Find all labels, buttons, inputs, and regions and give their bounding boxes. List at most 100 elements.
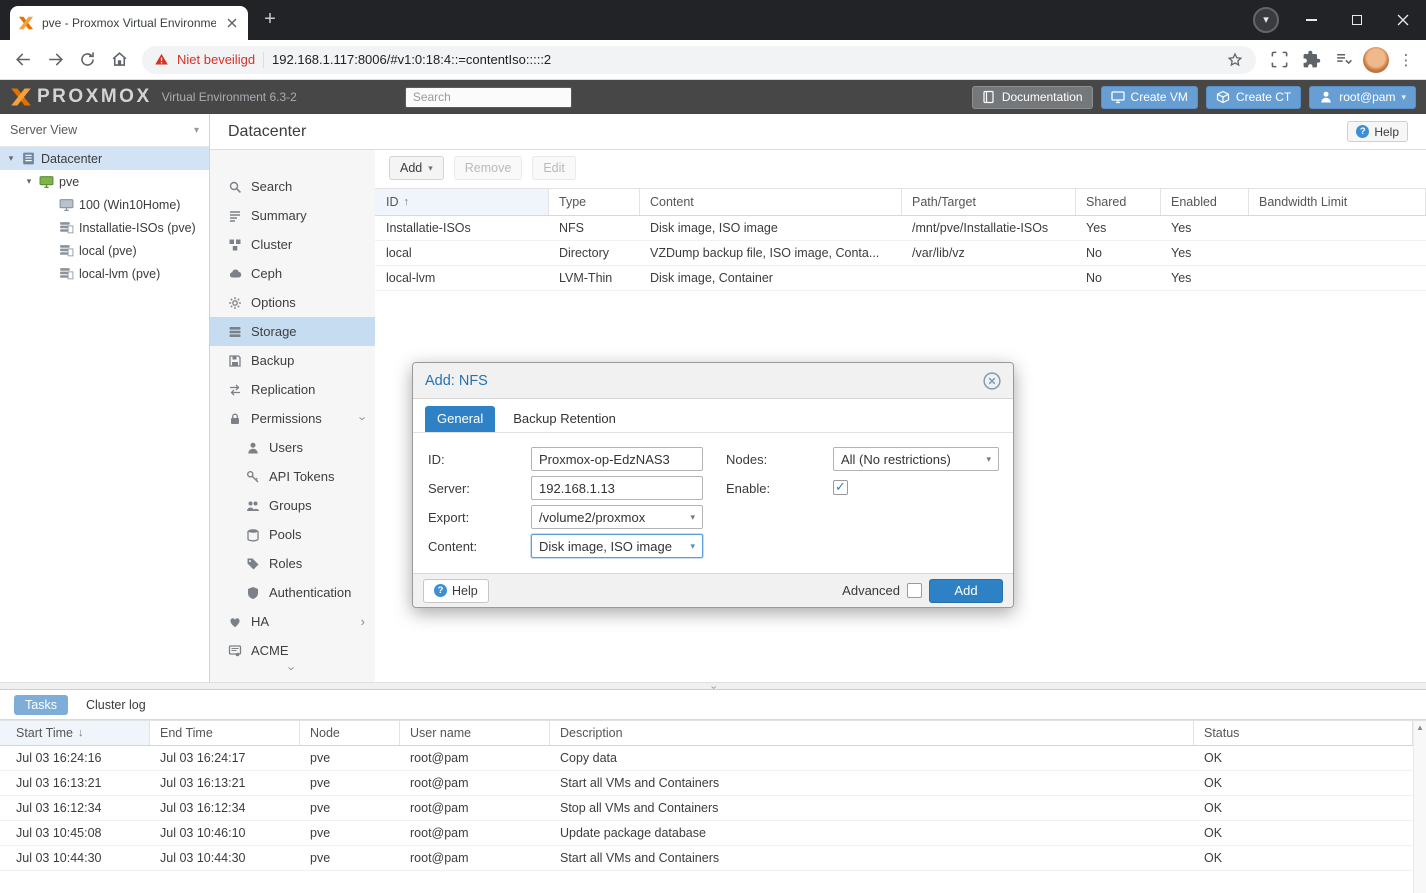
sidebar-item-label: Backup xyxy=(251,353,295,368)
sidebar-item-groups[interactable]: Groups xyxy=(210,491,375,520)
column-header-status[interactable]: Status xyxy=(1194,721,1413,745)
dialog-help-label: Help xyxy=(452,583,478,598)
tab-backup-retention[interactable]: Backup Retention xyxy=(501,406,628,432)
tree-item-local-pve[interactable]: local (pve) xyxy=(0,239,209,262)
browser-profile-avatar[interactable] xyxy=(1363,46,1389,73)
column-header-bandwidth-limit[interactable]: Bandwidth Limit xyxy=(1249,189,1426,215)
sidebar-item-search[interactable]: Search xyxy=(210,172,375,201)
home-icon[interactable] xyxy=(104,45,134,75)
security-label[interactable]: Niet beveiligd xyxy=(177,52,255,67)
server-input[interactable] xyxy=(531,476,703,500)
table-row[interactable]: local Directory VZDump backup file, ISO im… xyxy=(375,241,1426,266)
column-header-enabled[interactable]: Enabled xyxy=(1161,189,1249,215)
create-ct-button[interactable]: Create CT xyxy=(1205,85,1302,109)
sidebar-item-ha[interactable]: HA › xyxy=(210,607,375,636)
table-row[interactable]: Jul 03 16:12:34 Jul 03 16:12:34 pve root@pa… xyxy=(0,796,1426,821)
nav-scroll-more-icon[interactable]: › xyxy=(210,660,375,678)
sidebar-item-options[interactable]: Options xyxy=(210,288,375,317)
table-row[interactable]: Installatie-ISOs NFS Disk image, ISO image… xyxy=(375,216,1426,241)
sidebar-item-permissions[interactable]: Permissions › xyxy=(210,404,375,433)
bookmark-star-icon[interactable] xyxy=(1226,51,1244,69)
id-input[interactable] xyxy=(531,447,703,471)
column-header-user-name[interactable]: User name xyxy=(400,721,550,745)
sidebar-item-roles[interactable]: Roles xyxy=(210,549,375,578)
table-row[interactable]: Jul 03 10:45:08 Jul 03 10:46:10 pve root@pa… xyxy=(0,821,1426,846)
documentation-button[interactable]: Documentation xyxy=(971,85,1093,109)
url-text[interactable]: 192.168.1.117:8006/#v1:0:18:4::=contentI… xyxy=(272,52,1218,67)
browser-menu-icon[interactable]: ⋮ xyxy=(1394,51,1418,69)
table-row[interactable]: local-lvm LVM-Thin Disk image, Container No… xyxy=(375,266,1426,291)
back-icon[interactable] xyxy=(8,45,38,75)
dialog-header[interactable]: Add: NFS xyxy=(413,363,1013,399)
tasks-scrollbar[interactable]: ▲ xyxy=(1413,721,1426,893)
sidebar-item-cluster[interactable]: Cluster xyxy=(210,230,375,259)
extension-badge-icon[interactable]: ▾ xyxy=(1253,7,1279,33)
sidebar-item-backup[interactable]: Backup xyxy=(210,346,375,375)
minimize-button[interactable] xyxy=(1288,0,1334,40)
enable-checkbox[interactable] xyxy=(833,479,848,495)
panel-splitter[interactable]: › xyxy=(0,682,1426,690)
sidebar-item-storage[interactable]: Storage xyxy=(210,317,375,346)
create-vm-button[interactable]: Create VM xyxy=(1100,85,1198,109)
column-header-node[interactable]: Node xyxy=(300,721,400,745)
not-secure-warning-icon[interactable] xyxy=(154,52,169,67)
table-row[interactable]: Jul 03 16:24:16 Jul 03 16:24:17 pve root@pa… xyxy=(0,746,1426,771)
view-selector[interactable]: Server View ▾ xyxy=(0,114,209,147)
tree-item-installatie-isos-pve[interactable]: Installatie-ISOs (pve) xyxy=(0,216,209,239)
column-header-shared[interactable]: Shared xyxy=(1076,189,1161,215)
sidebar-item-replication[interactable]: Replication xyxy=(210,375,375,404)
cell-status: OK xyxy=(1204,851,1223,865)
export-label: Export: xyxy=(428,509,470,525)
cell-path-target: /var/lib/vz xyxy=(912,246,965,260)
tab-cluster-log[interactable]: Cluster log xyxy=(86,698,146,712)
tab-tasks[interactable]: Tasks xyxy=(14,694,68,715)
column-header-content[interactable]: Content xyxy=(640,189,902,215)
scroll-up-icon[interactable]: ▲ xyxy=(1414,721,1426,735)
column-header-end-time[interactable]: End Time xyxy=(150,721,300,745)
new-tab-button[interactable]: + xyxy=(260,9,280,30)
tree-item-local-lvm-pve[interactable]: local-lvm (pve) xyxy=(0,262,209,285)
sidebar-item-summary[interactable]: Summary xyxy=(210,201,375,230)
dialog-close-icon[interactable] xyxy=(983,371,1001,390)
tree-item-100-win10home[interactable]: 100 (Win10Home) xyxy=(0,193,209,216)
column-header-description[interactable]: Description xyxy=(550,721,1194,745)
sidebar-item-pools[interactable]: Pools xyxy=(210,520,375,549)
extensions-puzzle-icon[interactable] xyxy=(1296,45,1326,75)
browser-tab[interactable]: pve - Proxmox Virtual Environme xyxy=(10,6,248,40)
export-select[interactable]: /volume2/proxmox ▾ xyxy=(531,505,703,529)
reload-icon[interactable] xyxy=(72,45,102,75)
help-button[interactable]: ? Help xyxy=(1347,121,1408,142)
column-header-start-time[interactable]: Start Time ↓ xyxy=(0,721,150,745)
global-search-input[interactable] xyxy=(404,86,572,108)
advanced-checkbox[interactable] xyxy=(907,583,922,598)
user-menu-button[interactable]: root@pam ▾ xyxy=(1309,85,1416,109)
column-header-type[interactable]: Type xyxy=(549,189,640,215)
cell-content: VZDump backup file, ISO image, Conta... xyxy=(650,246,880,260)
remove-button[interactable]: Remove xyxy=(453,156,523,180)
edit-button[interactable]: Edit xyxy=(532,156,576,180)
column-header-id[interactable]: ID ↑ xyxy=(375,189,549,215)
tab-general[interactable]: General xyxy=(425,406,496,432)
content-select[interactable]: Disk image, ISO image ▾ xyxy=(531,534,703,558)
tree-item-datacenter[interactable]: ▾ Datacenter xyxy=(0,147,209,170)
column-header-path-target[interactable]: Path/Target xyxy=(902,189,1076,215)
address-bar[interactable]: Niet beveiligd 192.168.1.117:8006/#v1:0:… xyxy=(142,45,1256,74)
table-row[interactable]: Jul 03 10:44:30 Jul 03 10:44:30 pve root@pa… xyxy=(0,846,1426,871)
sidebar-item-ceph[interactable]: Ceph xyxy=(210,259,375,288)
capture-frame-icon[interactable] xyxy=(1264,45,1294,75)
dialog-help-button[interactable]: ? Help xyxy=(423,578,489,603)
sidebar-item-api-tokens[interactable]: API Tokens xyxy=(210,462,375,491)
add-button[interactable]: Add ▾ xyxy=(389,156,444,180)
maximize-button[interactable] xyxy=(1334,0,1380,40)
nodes-select[interactable]: All (No restrictions) ▾ xyxy=(833,447,999,471)
forward-icon[interactable] xyxy=(40,45,70,75)
table-row[interactable]: Jul 03 16:13:21 Jul 03 16:13:21 pve root@pa… xyxy=(0,771,1426,796)
tab-close-icon[interactable] xyxy=(224,15,240,31)
sidebar-item-authentication[interactable]: Authentication xyxy=(210,578,375,607)
tree-item-pve[interactable]: ▾ pve xyxy=(0,170,209,193)
sidebar-item-users[interactable]: Users xyxy=(210,433,375,462)
close-button[interactable] xyxy=(1380,0,1426,40)
reading-list-icon[interactable] xyxy=(1328,45,1358,75)
enable-label: Enable: xyxy=(726,480,771,496)
dialog-add-button[interactable]: Add xyxy=(929,578,1003,603)
